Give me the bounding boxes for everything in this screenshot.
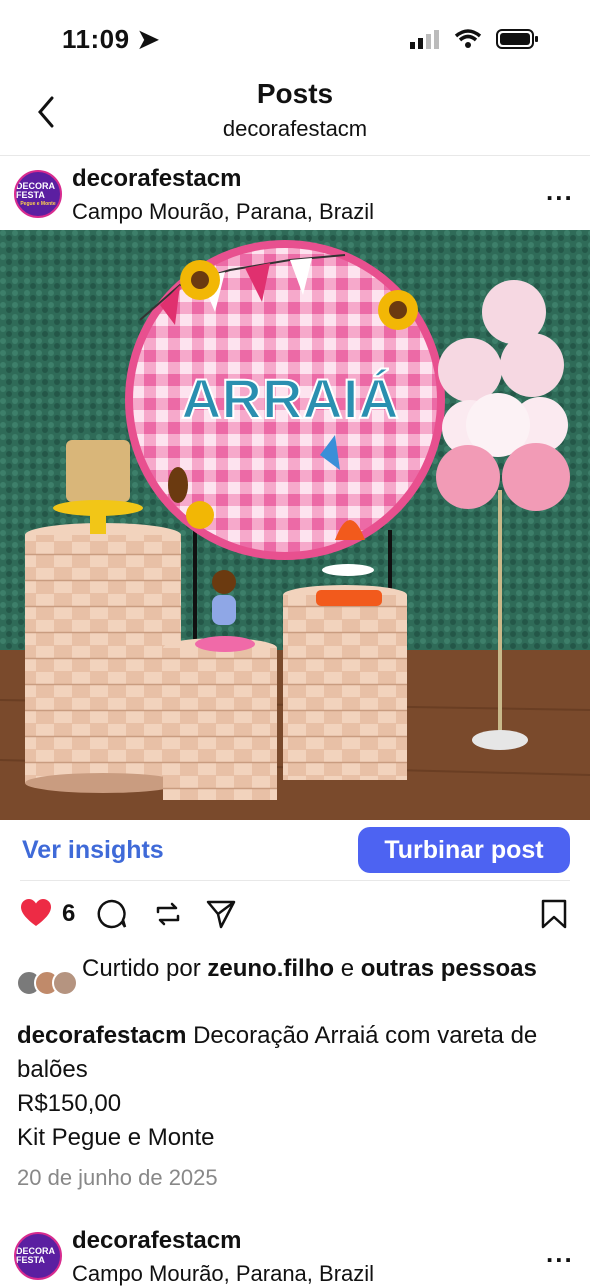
post-location[interactable]: Campo Mourão, Parana, Brazil [72, 199, 374, 225]
avatar[interactable]: DECORA FESTA [14, 1232, 62, 1280]
caption-username[interactable]: decorafestacm [17, 1022, 186, 1049]
divider [0, 155, 590, 156]
like-count[interactable]: 6 [62, 900, 75, 928]
boost-post-button[interactable]: Turbinar post [358, 827, 570, 873]
more-options-icon[interactable]: ... [546, 176, 574, 207]
post-account-name[interactable]: decorafestacm [72, 165, 241, 193]
bookmark-icon[interactable] [540, 898, 568, 930]
page-subtitle: decorafestacm [222, 116, 368, 141]
next-post-location[interactable]: Campo Mourão, Parana, Brazil [72, 1261, 374, 1287]
avatar[interactable]: DECORA FESTA Pegue e Monte [14, 170, 62, 218]
next-post-account-name[interactable]: decorafestacm [72, 1227, 241, 1255]
view-insights-link[interactable]: Ver insights [22, 836, 164, 865]
caption-kit: Kit Pegue e Monte [17, 1124, 215, 1151]
banner-title: ARRAIÁ [181, 367, 399, 430]
party-decoration-image: ARRAIÁ [0, 230, 590, 820]
liked-by-avatars[interactable] [16, 970, 78, 996]
caption-price: R$150,00 [17, 1090, 122, 1117]
wifi-icon [454, 29, 482, 48]
repost-icon[interactable] [152, 898, 184, 930]
post-date: 20 de junho de 2025 [17, 1165, 218, 1190]
liked-by-user[interactable]: zeuno.filho [207, 955, 334, 982]
liked-by-text[interactable]: Curtido por zeuno.filho e outras pessoas [82, 952, 552, 985]
avatar [52, 970, 78, 996]
like-heart-icon[interactable] [20, 898, 52, 928]
status-icons [410, 28, 540, 50]
post-caption: decorafestacm Decoração Arraiá com varet… [17, 1022, 538, 1151]
location-arrow-icon: ➤ [137, 24, 160, 54]
post-photo[interactable]: ARRAIÁ [0, 230, 590, 820]
divider [20, 880, 570, 881]
battery-icon [496, 29, 538, 49]
comment-icon[interactable] [96, 898, 128, 930]
more-options-icon[interactable]: ... [546, 1238, 574, 1269]
share-icon[interactable] [205, 898, 237, 930]
status-time: 11:09 ➤ [62, 24, 160, 54]
signal-icon [410, 30, 439, 49]
page-title: Posts [256, 78, 334, 109]
